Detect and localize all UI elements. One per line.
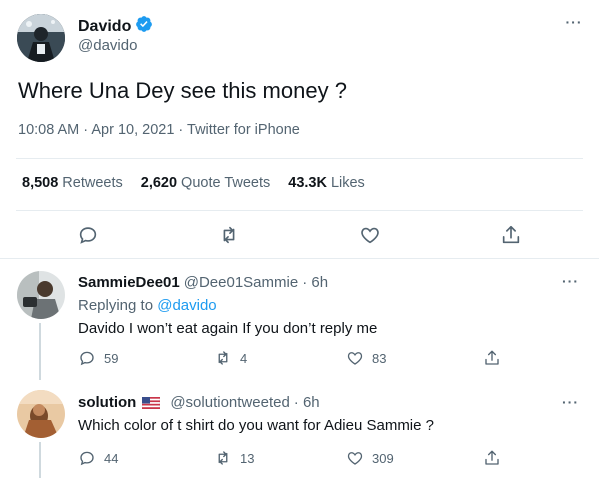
tweet-stats: 8,508 Retweets 2,620 Quote Tweets 43.3K Lik… <box>22 175 365 191</box>
like-count: 309 <box>372 450 394 466</box>
reply-time[interactable]: · 6h <box>302 274 328 291</box>
tweet-text: Where Una Dey see this money ? <box>18 78 347 103</box>
like-count: 83 <box>372 350 387 366</box>
like-button[interactable]: 83 <box>346 349 386 367</box>
reply-author-handle[interactable]: @Dee01Sammie <box>184 274 298 291</box>
retweet-count: 4 <box>240 350 248 366</box>
reply-button[interactable]: 59 <box>78 349 118 367</box>
replying-prefix: Replying to <box>78 297 154 314</box>
like-button[interactable]: 309 <box>346 449 394 467</box>
author-name-row: Davido <box>78 15 153 38</box>
more-icon[interactable]: ··· <box>562 394 579 410</box>
reply-actions: 44 13 309 <box>78 449 518 471</box>
share-icon <box>485 450 499 465</box>
share-icon[interactable] <box>500 224 522 246</box>
like-icon[interactable] <box>359 224 381 246</box>
retweets-stat[interactable]: 8,508 Retweets <box>22 175 123 191</box>
thread-line <box>39 323 41 380</box>
retweet-button[interactable]: 13 <box>214 449 254 467</box>
reply-header: SammieDee01 @Dee01Sammie · 6h <box>78 274 328 291</box>
divider <box>16 158 583 159</box>
thread-line <box>39 442 41 478</box>
tweet-meta[interactable]: 10:08 AM · Apr 10, 2021 · Twitter for iP… <box>18 122 300 138</box>
retweet-icon <box>218 351 228 365</box>
replying-to-link[interactable]: @davido <box>157 297 216 314</box>
reply-author-name[interactable]: SammieDee01 <box>78 274 180 291</box>
reply-time[interactable]: · 6h <box>294 394 320 411</box>
reply-button[interactable]: 44 <box>78 449 118 467</box>
reply-icon <box>80 351 94 366</box>
verified-badge-icon <box>135 15 153 38</box>
like-icon <box>347 452 363 465</box>
reply-text: Davido I won’t eat again If you don’t re… <box>78 320 378 337</box>
avatar[interactable] <box>17 271 65 319</box>
retweet-icon[interactable] <box>218 224 240 246</box>
author-handle[interactable]: @davido <box>78 37 137 54</box>
reply-tweet[interactable]: solution @solutiontweeted · 6h ··· Which… <box>0 380 599 478</box>
more-icon[interactable]: ··· <box>562 273 579 289</box>
divider <box>16 210 583 211</box>
more-icon[interactable]: ··· <box>562 14 586 34</box>
author-name[interactable]: Davido <box>78 18 131 36</box>
like-icon <box>347 352 363 365</box>
reply-text: Which color of t shirt do you want for A… <box>78 417 434 434</box>
avatar[interactable] <box>17 390 65 438</box>
reply-count: 44 <box>104 450 119 466</box>
reply-author-handle[interactable]: @solutiontweeted <box>170 394 289 411</box>
retweet-count: 13 <box>240 450 255 466</box>
retweet-button[interactable]: 4 <box>214 349 247 367</box>
share-button[interactable] <box>483 349 501 367</box>
share-button[interactable] <box>483 449 501 467</box>
reply-actions: 59 4 83 <box>78 349 518 371</box>
reply-icon <box>80 451 94 466</box>
quote-tweets-stat[interactable]: 2,620 Quote Tweets <box>141 175 271 191</box>
reply-count: 59 <box>104 350 119 366</box>
reply-tweet[interactable]: SammieDee01 @Dee01Sammie · 6h ··· Replyi… <box>0 259 599 380</box>
likes-stat[interactable]: 43.3K Likes <box>288 175 365 191</box>
reply-icon[interactable] <box>77 224 99 246</box>
avatar[interactable] <box>17 14 65 62</box>
replying-to: Replying to @davido <box>78 297 217 314</box>
reply-author-name[interactable]: solution <box>78 394 136 411</box>
share-icon <box>485 350 499 365</box>
us-flag-icon <box>136 394 166 411</box>
retweet-icon <box>218 451 228 465</box>
reply-header: solution @solutiontweeted · 6h <box>78 394 320 411</box>
